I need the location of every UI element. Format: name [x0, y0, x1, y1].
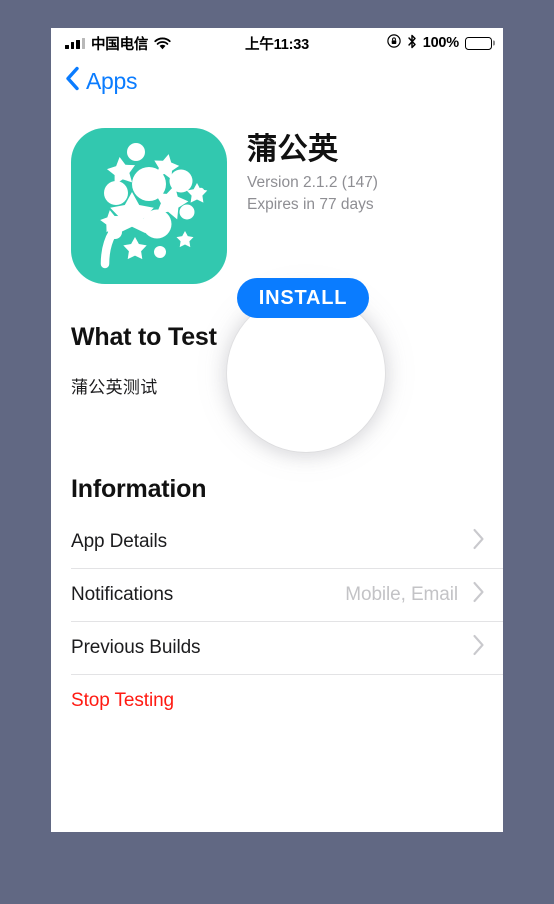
information-heading: Information [71, 475, 207, 503]
list-item[interactable]: Previous Builds [71, 621, 503, 674]
chevron-right-icon [472, 581, 485, 608]
list-item-label: App Details [71, 530, 168, 552]
information-list: App Details Notifications Mobile, Email Pre… [51, 515, 503, 727]
back-button[interactable]: Apps [65, 66, 138, 96]
app-expiry: Expires in 77 days [247, 196, 374, 214]
battery-full-icon [465, 36, 492, 50]
list-item-label: Notifications [71, 583, 174, 605]
dandelion-app-icon [71, 128, 227, 284]
app-header: 蒲公英 Version 2.1.2 (147) Expires in 77 da… [51, 124, 503, 452]
app-name: 蒲公英 [247, 133, 339, 166]
rotation-lock-icon [387, 34, 401, 52]
what-to-test-body: 蒲公英测试 [71, 378, 158, 397]
list-item[interactable]: App Details [71, 515, 503, 568]
list-item[interactable]: Stop Testing [71, 674, 503, 727]
chevron-right-icon [472, 528, 485, 555]
install-button[interactable]: INSTALL [237, 278, 369, 318]
app-title-block: 蒲公英 Version 2.1.2 (147) Expires in 77 da… [247, 132, 497, 217]
clock-label: 上午11:33 [245, 36, 309, 53]
chevron-left-icon [65, 66, 80, 96]
app-version: Version 2.1.2 (147) [247, 174, 378, 191]
phone-screen: 中国电信 上午11:33 100% Apps 蒲公英 Version 2.1.2… [51, 28, 503, 832]
bluetooth-icon [407, 34, 417, 53]
battery-percent-label: 100% [422, 35, 459, 51]
what-to-test-heading: What to Test [71, 323, 217, 351]
nav-bar: Apps [51, 58, 503, 110]
status-bar-right: 100% [387, 28, 492, 58]
list-item-value: Mobile, Email [345, 583, 458, 605]
status-bar: 中国电信 上午11:33 100% [51, 28, 503, 58]
list-item-label: Stop Testing [71, 689, 175, 711]
chevron-right-icon [472, 634, 485, 661]
back-button-label: Apps [86, 67, 138, 94]
list-item-label: Previous Builds [71, 636, 201, 658]
list-item[interactable]: Notifications Mobile, Email [71, 568, 503, 621]
